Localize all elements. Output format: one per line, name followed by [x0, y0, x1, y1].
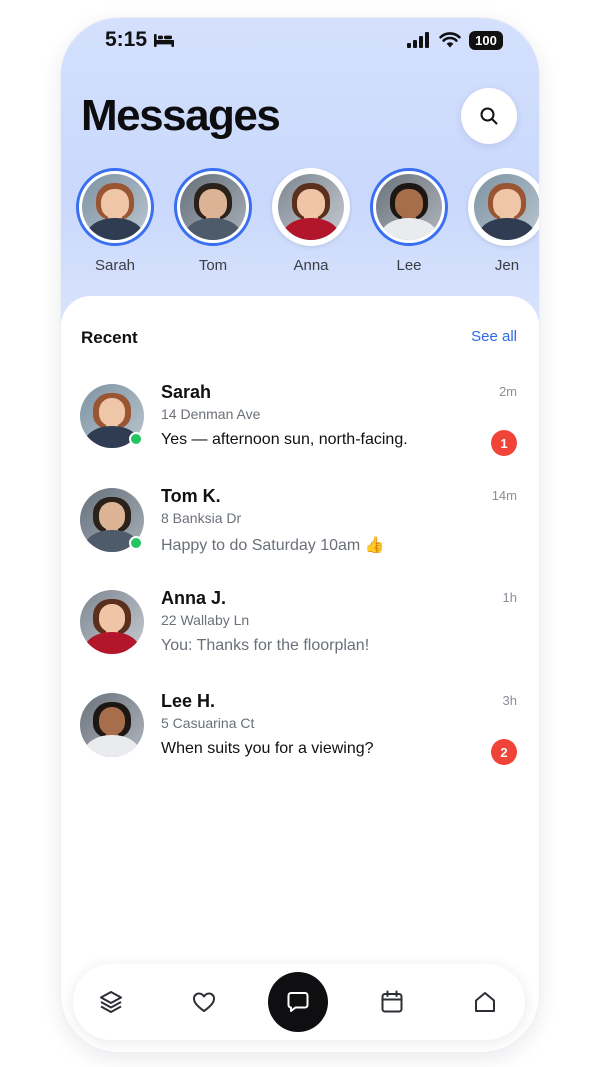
avatar — [180, 174, 246, 240]
battery-indicator: 100 — [469, 30, 503, 50]
heart-icon — [191, 989, 217, 1015]
nav-calendar-button[interactable] — [362, 964, 422, 1040]
story-sarah[interactable]: Sarah — [75, 168, 155, 274]
unread-badge: 1 — [491, 430, 517, 456]
story-lee[interactable]: Lee — [369, 168, 449, 274]
wifi-icon — [439, 32, 461, 48]
conversation-address: 22 Wallaby Ln — [161, 612, 250, 628]
conversation-preview: You: Thanks for the floorplan! — [161, 637, 370, 654]
conversation-name: Anna J. — [161, 588, 227, 608]
conversation-address: 8 Banksia Dr — [161, 510, 242, 526]
nav-home-button[interactable] — [455, 964, 515, 1040]
conversation-name: Sarah — [161, 382, 212, 402]
conversation-address: 14 Denman Ave — [161, 406, 261, 422]
story-name: Jen — [494, 257, 520, 274]
conversation-time: 2m — [498, 384, 517, 399]
story-ring — [370, 168, 448, 246]
status-time-group: 5:15 — [105, 28, 175, 52]
conversation-avatar — [80, 590, 144, 654]
conversation-row[interactable]: Lee H. 5 Casuarina Ct When suits you for a… — [61, 691, 539, 783]
search-button[interactable] — [461, 88, 517, 144]
avatar — [278, 174, 344, 240]
nav-chat-button[interactable] — [268, 964, 328, 1040]
conversation-avatar — [80, 693, 144, 757]
conversation-preview: Yes — afternoon sun, north-facing. — [161, 431, 408, 448]
nav-heart-button[interactable] — [174, 964, 234, 1040]
online-status-dot — [129, 536, 143, 550]
avatar — [80, 590, 144, 654]
home-icon — [472, 989, 498, 1015]
stories-row[interactable]: Sarah Tom Anna Lee Jen — [75, 168, 539, 280]
story-name: Tom — [198, 257, 228, 274]
story-ring — [174, 168, 252, 246]
conversation-name: Lee H. — [161, 691, 216, 711]
story-anna[interactable]: Anna — [271, 168, 351, 274]
calendar-icon — [379, 989, 405, 1015]
avatar — [80, 693, 144, 757]
layers-icon — [98, 989, 124, 1015]
see-all-link[interactable]: See all — [471, 328, 517, 345]
conversation-row[interactable]: Sarah 14 Denman Ave Yes — afternoon sun, n… — [61, 382, 539, 474]
chat-icon — [285, 989, 311, 1015]
page-title: Messages — [81, 91, 281, 140]
bed-icon — [154, 34, 175, 47]
story-name: Anna — [293, 257, 329, 274]
conversation-time: 3h — [502, 693, 517, 708]
conversation-preview: When suits you for a viewing? — [161, 740, 374, 757]
avatar — [82, 174, 148, 240]
conversation-time: 1h — [502, 590, 517, 605]
conversation-name: Tom K. — [161, 486, 221, 506]
story-name: Lee — [396, 257, 422, 274]
avatar — [376, 174, 442, 240]
story-ring — [468, 168, 539, 246]
status-icons: 100 — [407, 30, 503, 50]
nav-layers-button[interactable] — [81, 964, 141, 1040]
conversation-preview: Happy to do Saturday 10am 👍 — [161, 537, 385, 554]
phone-screen: 5:15 100 Messages Sarah Tom Anna Lee Jen… — [61, 18, 539, 1052]
section-title-recent: Recent — [81, 328, 138, 347]
conversation-row[interactable]: Anna J. 22 Wallaby Ln You: Thanks for the … — [61, 588, 539, 680]
status-bar: 5:15 100 — [61, 18, 539, 62]
status-time: 5:15 — [105, 28, 148, 51]
search-icon — [480, 107, 498, 125]
story-tom[interactable]: Tom — [173, 168, 253, 274]
story-name: Sarah — [94, 257, 136, 274]
story-ring — [272, 168, 350, 246]
conversation-row[interactable]: Tom K. 8 Banksia Dr Happy to do Saturday 1… — [61, 486, 539, 578]
bottom-nav — [73, 964, 525, 1040]
story-jen[interactable]: Jen — [467, 168, 539, 274]
story-ring — [76, 168, 154, 246]
conversation-time: 14m — [491, 488, 517, 503]
conversation-address: 5 Casuarina Ct — [161, 715, 255, 731]
signal-icon — [407, 32, 429, 48]
avatar — [474, 174, 539, 240]
nav-active-indicator — [268, 972, 328, 1032]
unread-badge: 2 — [491, 739, 517, 765]
online-status-dot — [129, 432, 143, 446]
